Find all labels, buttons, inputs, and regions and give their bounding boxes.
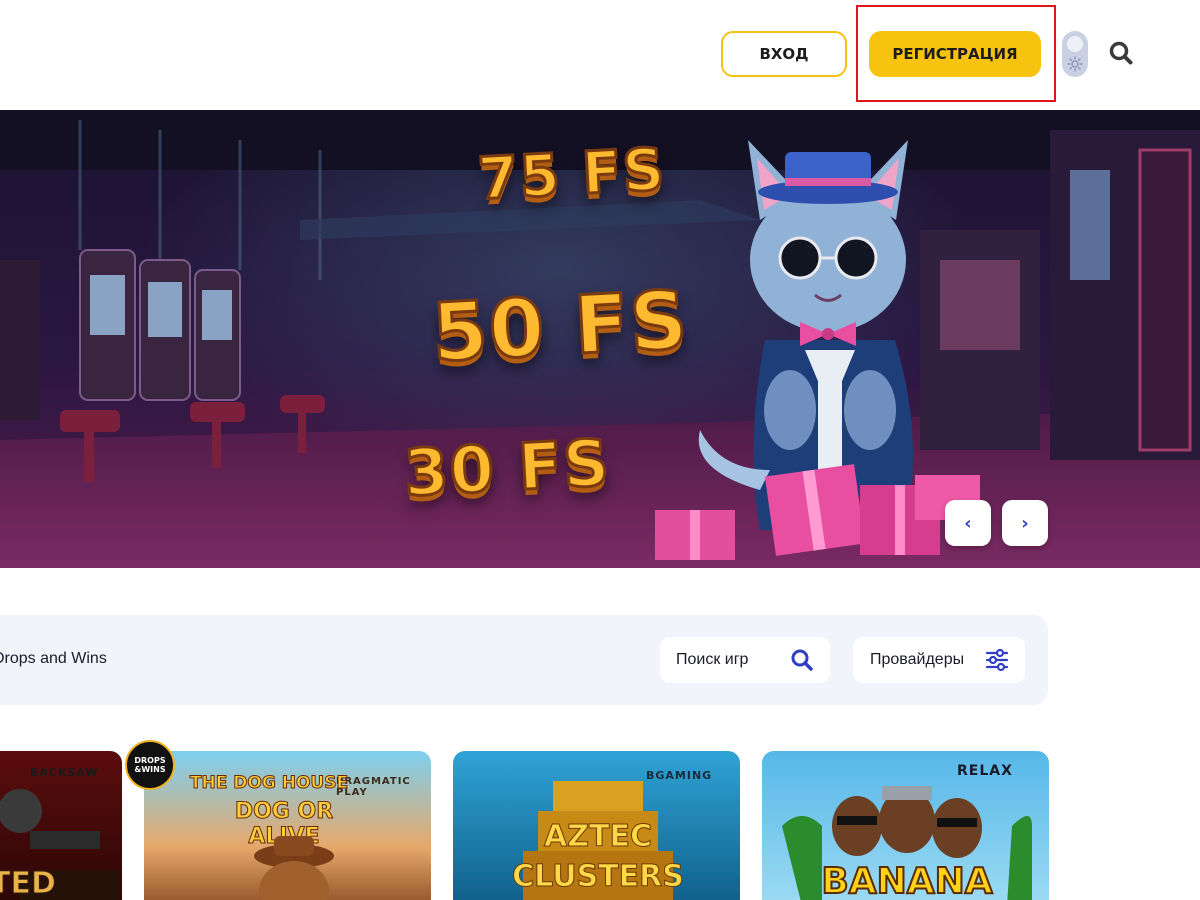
game-search-placeholder: Поиск игр	[676, 651, 749, 668]
card-art	[254, 836, 334, 900]
offer-75-fs: 75 FS	[475, 134, 669, 215]
card-title-line-1: AZTEC	[544, 819, 653, 855]
game-search-input[interactable]: Поиск игр	[660, 637, 830, 683]
chevron-right-icon: ›	[1021, 512, 1029, 534]
game-card-banana[interactable]: RELAX BANANA	[762, 751, 1049, 900]
card-title: BANANA	[820, 860, 993, 900]
search-icon[interactable]	[790, 648, 814, 672]
search-icon[interactable]	[1108, 40, 1134, 66]
banner-next-button[interactable]: ›	[1002, 500, 1048, 546]
providers-label: Провайдеры	[870, 651, 965, 668]
register-button[interactable]: РЕГИСТРАЦИЯ	[869, 31, 1041, 77]
offer-30-fs: 30 FS	[401, 425, 614, 513]
game-card-aztec-clusters[interactable]: BGAMING AZTEC CLUSTERS	[453, 751, 740, 900]
header: ВХОД РЕГИСТРАЦИЯ	[0, 0, 1200, 110]
category-label-text: Drops and Wins	[0, 650, 107, 667]
category-label[interactable]: Drops and Wins	[0, 650, 107, 668]
providers-filter-button[interactable]: Провайдеры	[853, 637, 1025, 683]
game-card-backsaw[interactable]: BACKSAW TED	[0, 751, 122, 900]
game-card-dog-house[interactable]: PRAGMATIC PLAY THE DOG HOUSE DOG OR ALIV…	[144, 751, 431, 900]
promo-banner[interactable]: 75 FS 50 FS 30 FS ‹ ›	[0, 110, 1200, 568]
sliders-icon	[985, 648, 1009, 672]
sun-icon	[1067, 56, 1083, 72]
card-title-line-1: THE DOG HOUSE	[189, 773, 349, 794]
card-title-line-2: CLUSTERS	[512, 859, 685, 895]
badge-line-2: &WINS	[134, 765, 166, 774]
toggle-knob	[1067, 36, 1083, 52]
card-provider: BACKSAW	[30, 766, 99, 779]
theme-toggle[interactable]	[1062, 31, 1088, 77]
banner-prev-button[interactable]: ‹	[945, 500, 991, 546]
offer-50-fs: 50 FS	[428, 272, 692, 381]
badge-line-1: DROPS	[134, 756, 166, 765]
login-button[interactable]: ВХОД	[721, 31, 847, 77]
page: ВХОД РЕГИСТРАЦИЯ 75 FS 50 FS 30 FS ‹ › D…	[0, 0, 1200, 900]
chevron-left-icon: ‹	[964, 512, 972, 534]
games-filter-bar: Drops and Wins Поиск игр Провайдеры	[0, 615, 1048, 705]
card-title: TED	[0, 866, 56, 900]
drops-wins-badge: DROPS &WINS	[125, 740, 175, 790]
